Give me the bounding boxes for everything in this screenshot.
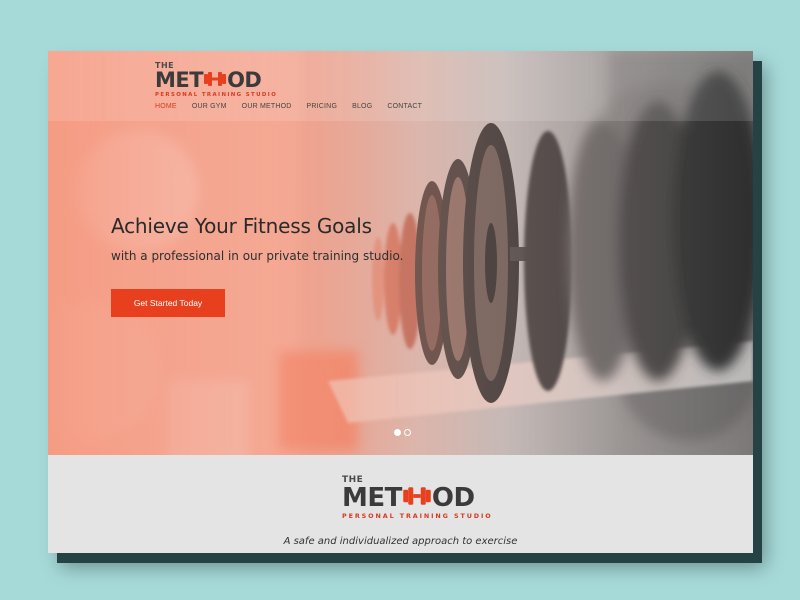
hero-title: Achieve Your Fitness Goals: [111, 214, 372, 238]
nav-item-blog[interactable]: BLOG: [352, 103, 372, 110]
band-logo: THE MET OD PERSONAL TRAINING STUDIO: [342, 475, 493, 520]
site-logo[interactable]: THE MET OD PERSONAL TRAINING STUDIO: [155, 61, 277, 98]
nav-item-our-gym[interactable]: OUR GYM: [192, 103, 227, 110]
band-logo-word-left: MET: [342, 483, 402, 513]
hero-section: THE MET OD PERSONAL TRAINING STUDIO HOME…: [48, 51, 753, 455]
band-tagline: A safe and individualized approach to ex…: [283, 536, 518, 547]
browser-page: THE MET OD PERSONAL TRAINING STUDIO HOME…: [48, 51, 753, 553]
dumbbell-icon: [403, 485, 431, 511]
band-logo-tagline: PERSONAL TRAINING STUDIO: [342, 512, 493, 520]
slide-dot-1[interactable]: [394, 429, 401, 436]
logo-tagline: PERSONAL TRAINING STUDIO: [155, 92, 278, 98]
band-logo-word-right: OD: [431, 483, 475, 513]
nav-item-pricing[interactable]: PRICING: [307, 103, 338, 110]
logo-wordmark: MET OD: [155, 70, 277, 91]
get-started-button[interactable]: Get Started Today: [111, 289, 225, 317]
main-nav: HOME OUR GYM OUR METHOD PRICING BLOG CON…: [155, 103, 437, 110]
logo-word-left: MET: [155, 68, 204, 92]
slide-dot-2[interactable]: [404, 429, 411, 436]
intro-band: THE MET OD PERSONAL TRAINING STUDIO A sa…: [48, 455, 753, 553]
slider-dots: [394, 429, 411, 436]
band-logo-wordmark: MET OD: [342, 485, 493, 511]
nav-item-home[interactable]: HOME: [155, 103, 177, 110]
nav-item-our-method[interactable]: OUR METHOD: [242, 103, 292, 110]
hero-subtitle: with a professional in our private train…: [111, 249, 404, 263]
logo-word-right: OD: [227, 68, 262, 92]
nav-item-contact[interactable]: CONTACT: [387, 103, 422, 110]
dumbbell-icon: [204, 70, 227, 91]
